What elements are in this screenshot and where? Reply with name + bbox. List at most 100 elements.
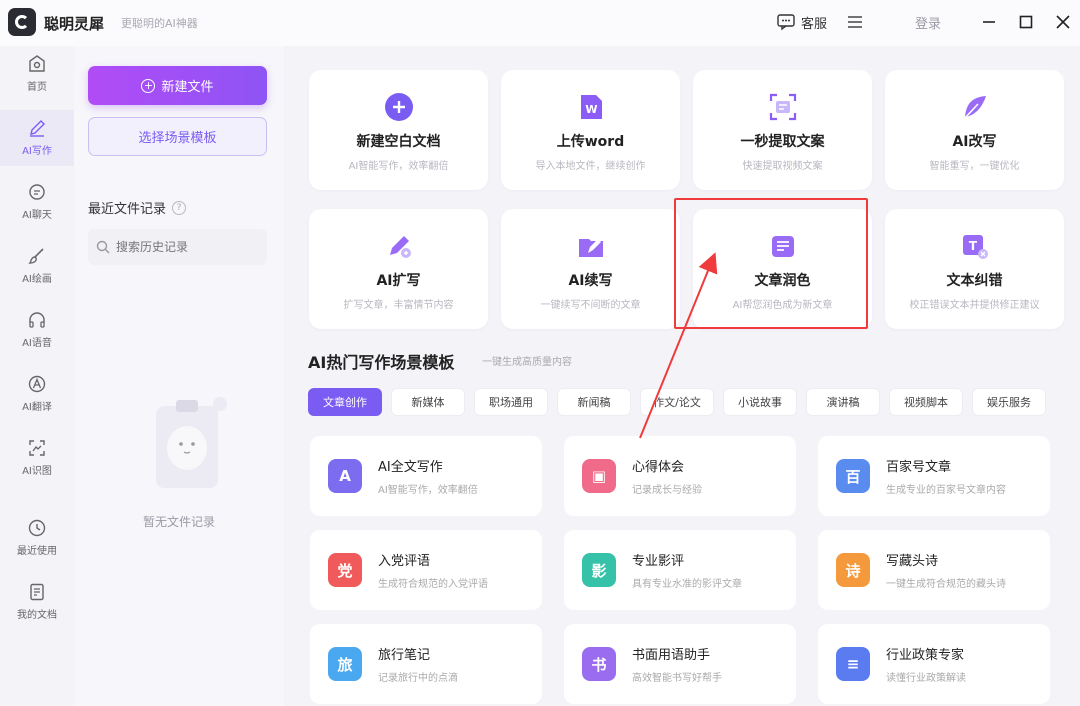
quick-card-title: AI改写	[952, 134, 997, 150]
pen-icon	[30, 120, 45, 137]
word-icon: W	[580, 95, 602, 119]
feather-icon	[962, 96, 986, 120]
tab-novel-story[interactable]: 小说故事	[723, 388, 797, 416]
empty-records-text: 暂无文件记录	[142, 515, 215, 529]
title-bar: 聪明灵犀 更聪明的AI神器 客服 登录	[0, 0, 1080, 46]
tab-press-release[interactable]: 新闻稿	[557, 388, 631, 416]
scene-card-desc: 高效智能书写好帮手	[632, 673, 722, 684]
quick-card-new-blank-doc[interactable]: 新建空白文档 AI智能写作，效率翻倍	[309, 70, 488, 190]
policy-icon: ≡	[836, 647, 870, 681]
tab-video-script[interactable]: 视频脚本	[889, 388, 963, 416]
scene-card[interactable]: 旅旅行笔记 记录旅行中的点滴	[310, 624, 542, 704]
customer-service-button[interactable]: 客服	[776, 12, 827, 32]
continue-write-icon	[578, 239, 603, 257]
nav-item-ai-painting[interactable]: AI绘画	[0, 238, 74, 294]
quick-card-text-correction[interactable]: T 文本纠错 校正错误文本并提供修正建议	[885, 209, 1064, 329]
party-icon: 党	[328, 553, 362, 587]
history-search-input[interactable]	[116, 240, 256, 254]
scene-card[interactable]: 影专业影评 具有专业水准的影评文章	[564, 530, 796, 610]
quick-card-title: AI续写	[568, 273, 613, 289]
search-icon	[96, 240, 110, 254]
empty-clipboard-icon	[156, 397, 227, 488]
plus-circle-icon	[384, 93, 413, 121]
login-button[interactable]: 登录	[915, 13, 941, 32]
tab-entertainment[interactable]: 娱乐服务	[972, 388, 1046, 416]
scene-card[interactable]: A AI全文写作 AI智能写作，效率翻倍	[310, 436, 542, 516]
scene-card-text: 旅行笔记 记录旅行中的点滴	[378, 644, 458, 684]
scene-card-desc: 一键生成符合规范的藏头诗	[886, 579, 1006, 590]
close-icon	[1056, 15, 1070, 29]
nav-item-ai-chat[interactable]: AI聊天	[0, 174, 74, 230]
quick-card-extract-copy[interactable]: 一秒提取文案 快速提取视频文案	[693, 70, 872, 190]
poem-icon: 诗	[836, 553, 870, 587]
nav-item-ai-image-recognition[interactable]: AI识图	[0, 430, 74, 486]
nav-label: AI绘画	[22, 274, 52, 285]
scene-card[interactable]: ≡ 行业政策专家 读懂行业政策解读	[818, 624, 1050, 704]
scene-card[interactable]: 党入党评语 生成符合规范的入党评语	[310, 530, 542, 610]
scene-card-title: 心得体会	[632, 460, 685, 475]
history-search[interactable]	[88, 229, 267, 265]
scene-card[interactable]: 诗写藏头诗 一键生成符合规范的藏头诗	[818, 530, 1050, 610]
quick-card-desc: 导入本地文件，继续创作	[535, 161, 646, 172]
help-icon[interactable]: ?	[172, 200, 187, 215]
nav-item-my-documents[interactable]: 我的文档	[0, 574, 74, 630]
scene-card[interactable]: ▣ 心得体会 记录成长与经验	[564, 436, 796, 516]
nav-label: AI写作	[22, 146, 52, 157]
new-file-label: 新建文件	[161, 80, 214, 95]
tab-new-media[interactable]: 新媒体	[391, 388, 465, 416]
chat-bubble-icon	[777, 14, 795, 31]
scene-card[interactable]: 百百家号文章 生成专业的百家号文章内容	[818, 436, 1050, 516]
svg-text:T: T	[968, 239, 977, 253]
nav-label: 我的文档	[17, 610, 57, 621]
menu-icon[interactable]	[846, 13, 864, 31]
quick-card-upload-word[interactable]: W 上传word 导入本地文件，继续创作	[501, 70, 680, 190]
nav-item-home[interactable]: 首页	[0, 46, 74, 102]
quick-card-ai-expand[interactable]: AI扩写 扩写文章，丰富情节内容	[309, 209, 488, 329]
tab-workplace[interactable]: 职场通用	[474, 388, 548, 416]
tab-speech[interactable]: 演讲稿	[806, 388, 880, 416]
templates-section-title: AI热门写作场景模板	[308, 353, 455, 372]
tab-essay-paper[interactable]: 作文/论文	[640, 388, 714, 416]
minimize-icon	[983, 21, 995, 23]
nav-item-ai-writing[interactable]: AI写作	[0, 110, 74, 166]
baijiahao-icon: 百	[836, 459, 870, 493]
maximize-button[interactable]	[1015, 11, 1037, 33]
scene-card-title: 旅行笔记	[378, 648, 431, 663]
image-scan-icon	[29, 440, 45, 456]
scene-card-text: AI全文写作 AI智能写作，效率翻倍	[378, 456, 478, 496]
nav-label: AI聊天	[22, 210, 52, 221]
scene-card[interactable]: 书书面用语助手 高效智能书写好帮手	[564, 624, 796, 704]
close-button[interactable]	[1052, 11, 1074, 33]
tab-article-creation[interactable]: 文章创作	[308, 388, 382, 416]
nav-item-ai-translate[interactable]: AI翻译	[0, 366, 74, 422]
scene-card-text: 写藏头诗 一键生成符合规范的藏头诗	[886, 550, 1006, 590]
scan-text-icon	[769, 93, 796, 121]
main-content: 新建空白文档 AI智能写作，效率翻倍 W 上传word 导入本地文件，继续创作 …	[284, 46, 1080, 706]
nav-label: 首页	[27, 82, 47, 93]
scene-card-text: 专业影评 具有专业水准的影评文章	[632, 550, 742, 590]
templates-section-subtitle: 一键生成高质量内容	[482, 357, 572, 368]
customer-service-label: 客服	[801, 16, 828, 32]
nav-item-ai-voice[interactable]: AI语音	[0, 302, 74, 358]
minimize-button[interactable]	[978, 11, 1000, 33]
scene-card-text: 心得体会 记录成长与经验	[632, 456, 702, 496]
new-file-button[interactable]: + 新建文件	[88, 66, 267, 105]
quick-card-desc: 扩写文章，丰富情节内容	[343, 300, 454, 311]
scene-card-title: 书面用语助手	[632, 648, 711, 663]
nav-label: 最近使用	[17, 546, 57, 557]
translate-icon	[28, 375, 46, 393]
quick-card-article-polish[interactable]: 文章润色 AI帮您润色成为新文章	[693, 209, 872, 329]
quick-card-ai-continue[interactable]: AI续写 一键续写不间断的文章	[501, 209, 680, 329]
scene-card-desc: 生成专业的百家号文章内容	[886, 485, 1006, 496]
scene-card-text: 百家号文章 生成专业的百家号文章内容	[886, 456, 1006, 496]
plus-circle-icon: +	[141, 78, 156, 93]
quick-card-desc: 快速提取视频文案	[742, 161, 823, 172]
scene-card-title: AI全文写作	[378, 460, 443, 475]
quick-card-desc: AI智能写作，效率翻倍	[348, 161, 449, 172]
nav-item-recent[interactable]: 最近使用	[0, 510, 74, 566]
app-name: 聪明灵犀	[44, 15, 105, 33]
choose-template-button[interactable]: 选择场景模板	[88, 117, 267, 156]
scene-card-desc: AI智能写作，效率翻倍	[378, 485, 478, 496]
nav-label: AI语音	[22, 338, 52, 349]
quick-card-ai-rewrite[interactable]: AI改写 智能重写，一键优化	[885, 70, 1064, 190]
